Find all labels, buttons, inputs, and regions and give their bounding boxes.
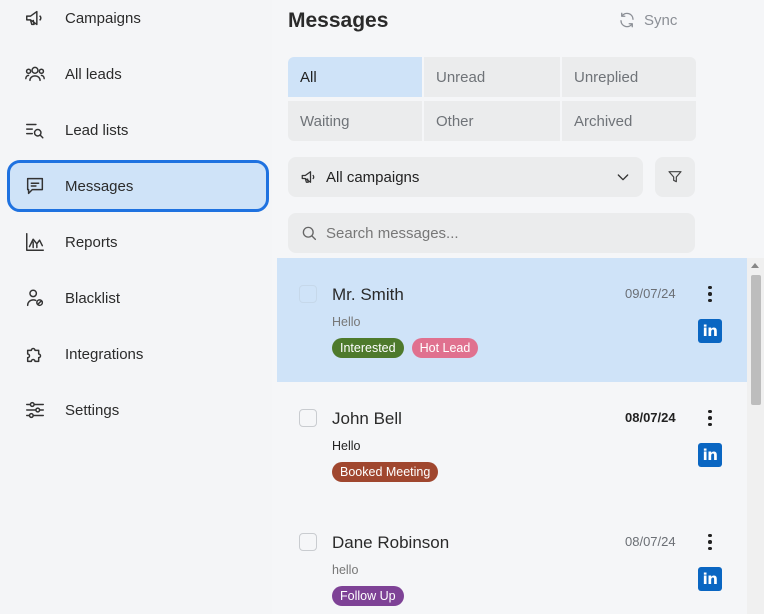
campaign-select[interactable]: All campaigns [288,157,643,197]
tag-badge: Hot Lead [411,338,479,358]
megaphone-icon [301,171,315,183]
message-list: Mr. Smith 09/07/24 Hello in Interested H… [277,258,747,614]
sidebar: Campaigns All leads Lead lists Messages … [0,0,272,614]
tab-unread[interactable]: Unread [424,57,560,97]
sync-button[interactable]: Sync [618,11,677,29]
tag-badge: Interested [332,338,404,358]
chart-icon [24,231,46,253]
sidebar-item-campaigns[interactable]: Campaigns [10,0,266,41]
sidebar-item-label: Lead lists [65,121,129,139]
message-row[interactable]: Mr. Smith 09/07/24 Hello in Interested H… [277,258,747,382]
linkedin-icon: in [698,567,722,591]
sidebar-item-label: Blacklist [65,289,121,307]
megaphone-icon [24,7,46,29]
list-search-icon [24,119,46,141]
puzzle-icon [24,343,46,365]
user-block-icon [24,287,46,309]
message-icon [24,175,46,197]
tag-list: Follow Up [332,586,404,606]
sliders-icon [24,399,46,421]
campaign-select-value: All campaigns [326,168,420,186]
more-options-icon[interactable] [701,283,719,305]
sidebar-item-label: Messages [65,177,134,195]
message-date: 08/07/24 [625,410,676,425]
message-row[interactable]: John Bell 08/07/24 Hello in Booked Meeti… [277,382,747,506]
more-options-icon[interactable] [701,407,719,429]
filter-icon [668,171,682,183]
filter-tabs: All Unread Unreplied Waiting Other Archi… [288,57,696,141]
message-date: 08/07/24 [625,534,676,549]
tag-badge: Booked Meeting [332,462,439,482]
row-checkbox[interactable] [299,285,317,303]
more-options-icon[interactable] [701,531,719,553]
scrollbar-thumb[interactable] [751,275,761,405]
tab-unreplied[interactable]: Unreplied [562,57,696,97]
message-preview: Hello [332,315,361,329]
sidebar-item-label: Reports [65,233,118,251]
tab-other[interactable]: Other [424,101,560,141]
scrollbar[interactable] [747,258,764,614]
search-input[interactable] [326,213,686,253]
row-checkbox[interactable] [299,409,317,427]
sidebar-item-blacklist[interactable]: Blacklist [10,275,266,321]
message-date: 09/07/24 [625,286,676,301]
tab-archived[interactable]: Archived [562,101,696,141]
message-row[interactable]: Dane Robinson 08/07/24 hello in Follow U… [277,506,747,614]
search-icon [302,226,317,241]
contact-name: John Bell [332,409,402,428]
page-title: Messages [288,9,389,32]
users-icon [24,63,46,85]
row-checkbox[interactable] [299,533,317,551]
linkedin-icon: in [698,443,722,467]
refresh-icon [620,12,634,28]
tag-list: Interested Hot Lead [332,338,479,358]
sidebar-item-label: All leads [65,65,122,83]
sidebar-item-label: Campaigns [65,9,141,27]
filter-button[interactable] [655,157,695,197]
sidebar-item-settings[interactable]: Settings [10,387,266,433]
sidebar-item-messages[interactable]: Messages [7,160,269,212]
scroll-up-icon[interactable] [751,263,759,268]
tab-all[interactable]: All [288,57,422,97]
sidebar-item-label: Integrations [65,345,144,363]
chevron-down-icon [617,174,629,181]
sidebar-item-label: Settings [65,401,120,419]
message-preview: Hello [332,439,361,453]
message-preview: hello [332,563,359,577]
tag-badge: Follow Up [332,586,404,606]
messages-panel: Messages Sync All Unread Unreplied Waiti… [272,0,764,614]
sidebar-item-lead-lists[interactable]: Lead lists [10,107,266,153]
search-box [288,213,695,253]
sidebar-item-all-leads[interactable]: All leads [10,51,266,97]
contact-name: Mr. Smith [332,285,404,304]
tab-waiting[interactable]: Waiting [288,101,422,141]
contact-name: Dane Robinson [332,533,450,552]
sync-label: Sync [644,11,678,29]
sidebar-item-reports[interactable]: Reports [10,219,266,265]
tag-list: Booked Meeting [332,462,439,482]
linkedin-icon: in [698,319,722,343]
sidebar-item-integrations[interactable]: Integrations [10,331,266,377]
